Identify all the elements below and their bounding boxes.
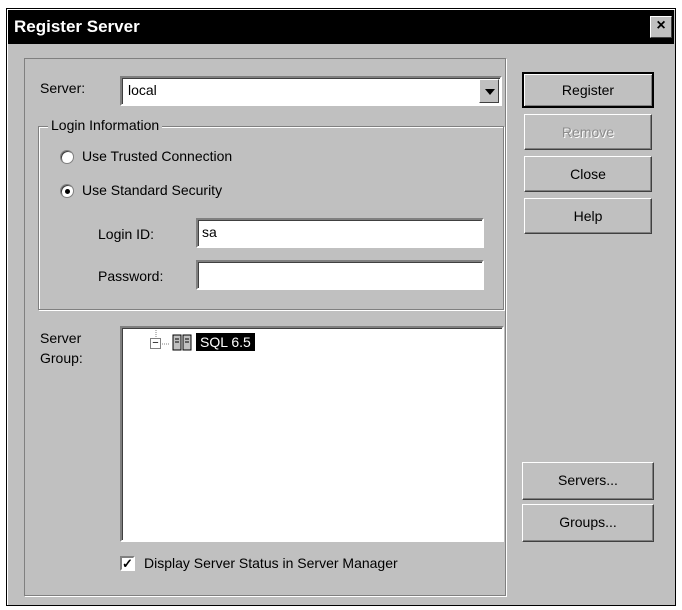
trusted-connection-radio[interactable] bbox=[60, 150, 74, 164]
chevron-down-icon[interactable] bbox=[479, 79, 499, 103]
close-icon: × bbox=[656, 17, 666, 34]
servers-button[interactable]: Servers... bbox=[522, 462, 654, 500]
login-id-value: sa bbox=[202, 224, 217, 240]
server-label: Server: bbox=[40, 80, 86, 96]
register-button[interactable]: Register bbox=[522, 72, 654, 108]
standard-security-radio[interactable] bbox=[60, 184, 74, 198]
server-group-label-line2: Group: bbox=[40, 350, 83, 366]
server-group-label-line1: Server bbox=[40, 330, 82, 346]
title-bar: Register Server × bbox=[8, 10, 674, 44]
server-group-tree[interactable]: − SQL 6.5 bbox=[120, 326, 504, 542]
login-id-field[interactable]: sa bbox=[196, 218, 484, 248]
tree-lines bbox=[155, 330, 170, 345]
password-label: Password: bbox=[98, 268, 164, 284]
trusted-connection-label[interactable]: Use Trusted Connection bbox=[82, 148, 232, 164]
radio-selected-dot bbox=[65, 189, 70, 194]
login-id-label: Login ID: bbox=[98, 226, 155, 242]
login-information-legend: Login Information bbox=[48, 117, 163, 133]
password-field[interactable] bbox=[196, 260, 484, 290]
tree-item-sql-6-5[interactable]: SQL 6.5 bbox=[196, 333, 255, 351]
display-status-label[interactable]: Display Server Status in Server Manager bbox=[144, 555, 398, 571]
standard-security-label[interactable]: Use Standard Security bbox=[82, 182, 222, 198]
display-status-checkbox[interactable]: ✓ bbox=[120, 556, 135, 571]
remove-button[interactable]: Remove bbox=[524, 114, 652, 150]
close-window-button[interactable]: × bbox=[650, 16, 672, 38]
server-group-icon bbox=[172, 332, 194, 352]
groups-button[interactable]: Groups... bbox=[522, 504, 654, 542]
help-button[interactable]: Help bbox=[524, 198, 652, 234]
window-title: Register Server bbox=[14, 17, 140, 36]
collapse-icon[interactable]: − bbox=[150, 338, 161, 349]
close-button[interactable]: Close bbox=[524, 156, 652, 192]
server-combobox[interactable]: local bbox=[120, 76, 502, 106]
server-value: local bbox=[128, 82, 157, 98]
